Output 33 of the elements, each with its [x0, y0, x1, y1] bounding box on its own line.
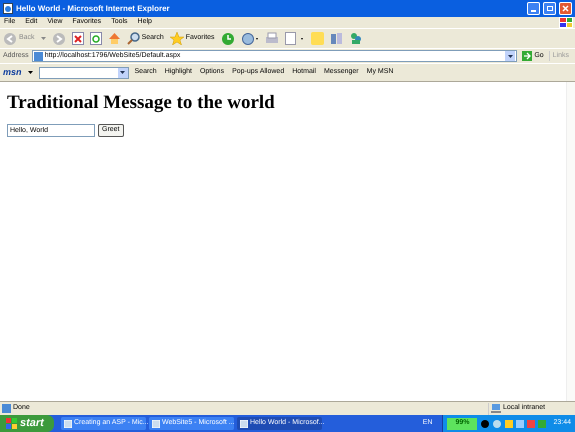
- start-button[interactable]: start: [0, 415, 54, 432]
- restore-button[interactable]: [543, 2, 556, 15]
- minimize-button[interactable]: [527, 2, 540, 15]
- close-button[interactable]: [559, 2, 572, 15]
- dropdown-arrow-icon[interactable]: [28, 71, 33, 74]
- history-icon[interactable]: [220, 32, 235, 46]
- window-icon: [240, 420, 248, 428]
- stop-icon[interactable]: [72, 32, 84, 45]
- people-icon[interactable]: [348, 32, 362, 45]
- page-icon: [34, 52, 43, 60]
- page-icon: [2, 404, 11, 413]
- caret-icon: [120, 71, 126, 74]
- home-icon[interactable]: [108, 32, 121, 45]
- document-icon[interactable]: [284, 32, 305, 45]
- scrollbar[interactable]: [566, 82, 575, 401]
- window-icon: [152, 420, 160, 428]
- caret-icon: [508, 54, 513, 58]
- printer-icon[interactable]: [264, 32, 279, 45]
- close-icon: [562, 5, 569, 12]
- msn-logo[interactable]: msn: [3, 66, 22, 80]
- search-icon: [126, 32, 140, 45]
- window-title: Hello World - Microsoft Internet Explorer: [16, 2, 171, 14]
- windows-logo-icon: [6, 418, 17, 429]
- go-arrow-icon: [522, 51, 532, 61]
- page-heading: Traditional Message to the world: [7, 92, 276, 114]
- dropdown-button[interactable]: [118, 68, 128, 78]
- star-icon: [170, 32, 184, 45]
- forward-icon[interactable]: [52, 32, 66, 46]
- intranet-icon: [491, 404, 501, 413]
- ie-page-icon: [3, 3, 13, 14]
- msn-search-field[interactable]: [38, 66, 129, 78]
- window-icon: [64, 420, 72, 428]
- dropdown-button[interactable]: [505, 51, 516, 61]
